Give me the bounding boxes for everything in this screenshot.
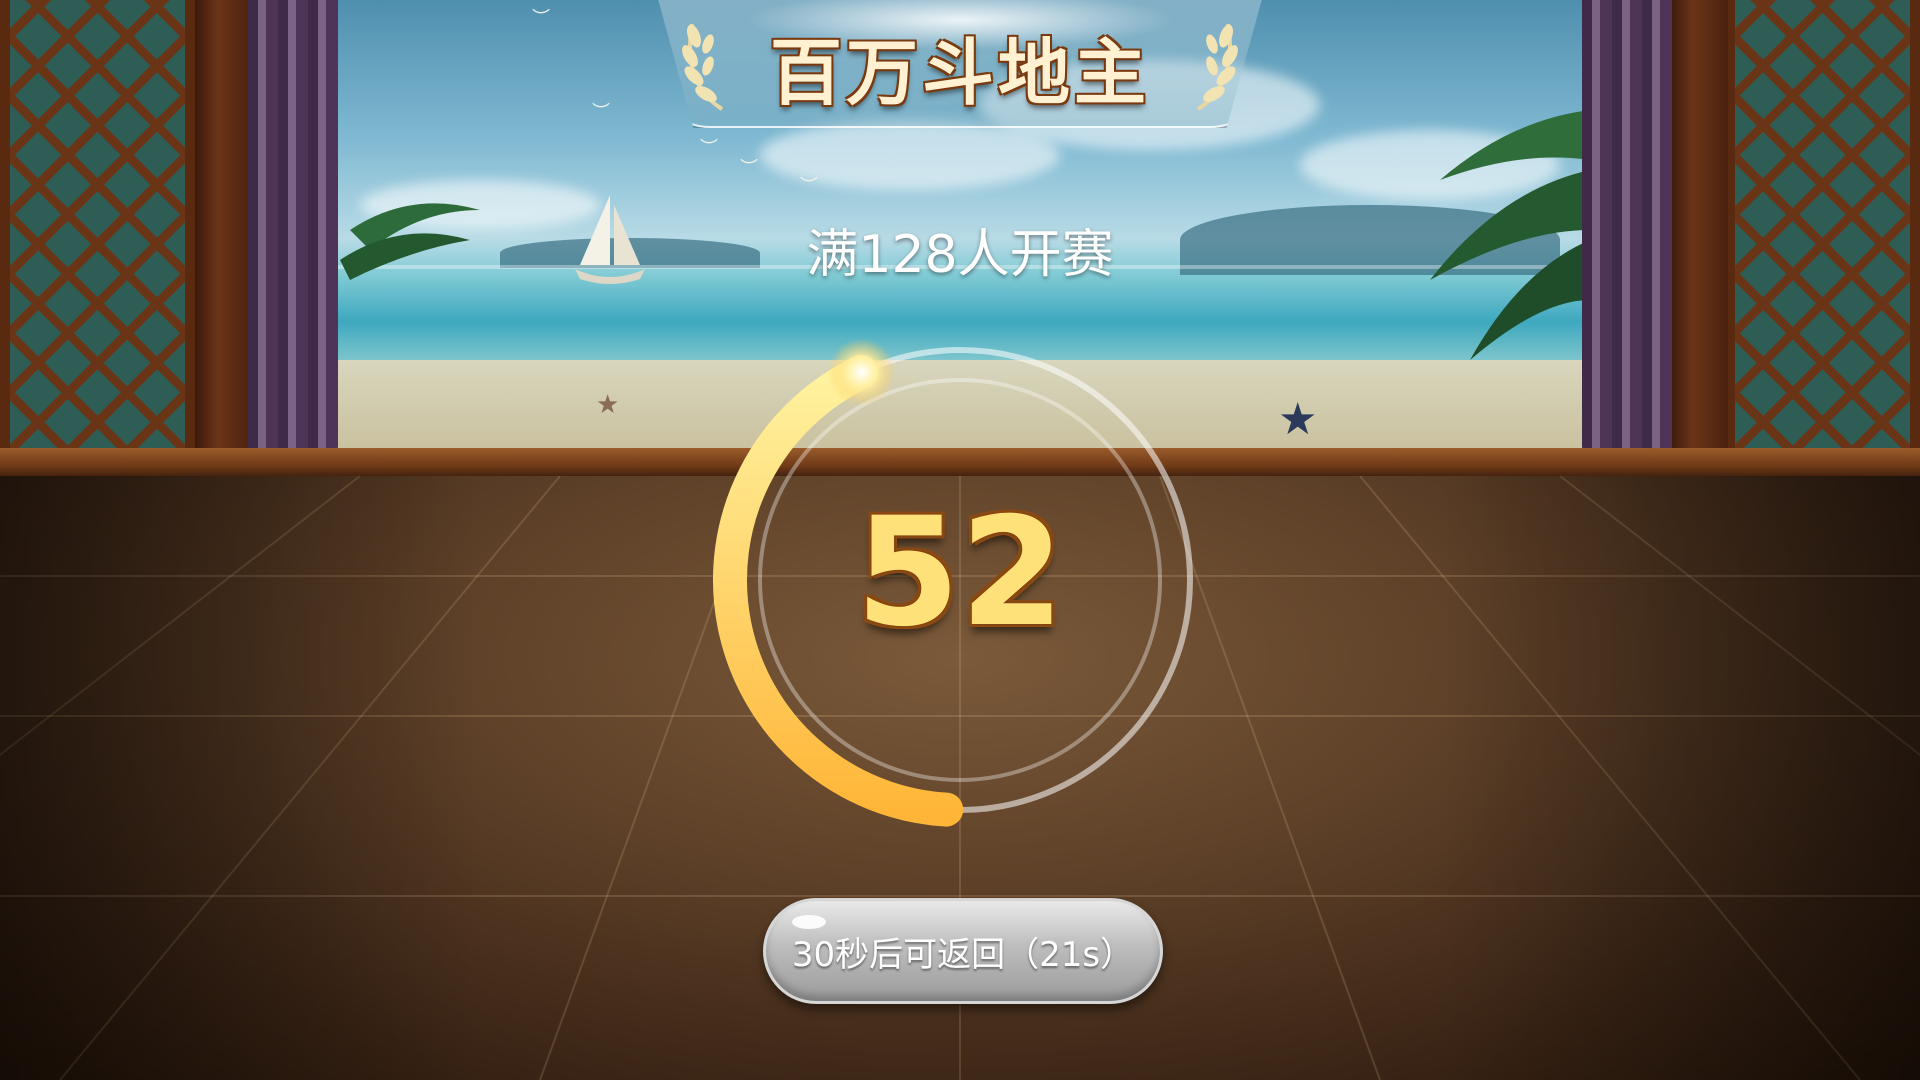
lattice-window-left: [0, 0, 195, 460]
starfish-icon: ★: [1278, 394, 1318, 445]
palm-tree-left-icon: [340, 203, 480, 280]
sailboat-icon: [575, 195, 645, 284]
curtain-right: [1582, 0, 1672, 460]
lattice-window-right: [1725, 0, 1920, 460]
game-waiting-screen: ★ ★ ︶ ︶ ︶ ︶ ︶ 百万斗地主 满128人开赛 52 30秒后可返回（2…: [0, 0, 1920, 1080]
sparkle-icon: [827, 338, 896, 407]
match-start-condition: 满128人开赛: [806, 225, 1114, 285]
pillar-left: [195, 0, 253, 470]
seagull-icon: ︶: [740, 158, 758, 179]
return-button[interactable]: 30秒后可返回（21s）: [763, 898, 1163, 1004]
return-button-label: 30秒后可返回（21s）: [791, 934, 1135, 975]
pillar-right: [1670, 0, 1728, 470]
palm-tree-right-icon: [1430, 110, 1590, 360]
curtain-left: [248, 0, 338, 460]
starfish-small-icon: ★: [596, 390, 620, 420]
player-count: 52: [855, 486, 1065, 660]
seagull-icon: ︶: [592, 102, 610, 123]
seagull-icon: ︶: [700, 138, 718, 159]
game-title: 百万斗地主: [769, 31, 1150, 115]
seagull-icon: ︶: [800, 176, 818, 197]
seagull-icon: ︶: [532, 8, 550, 29]
